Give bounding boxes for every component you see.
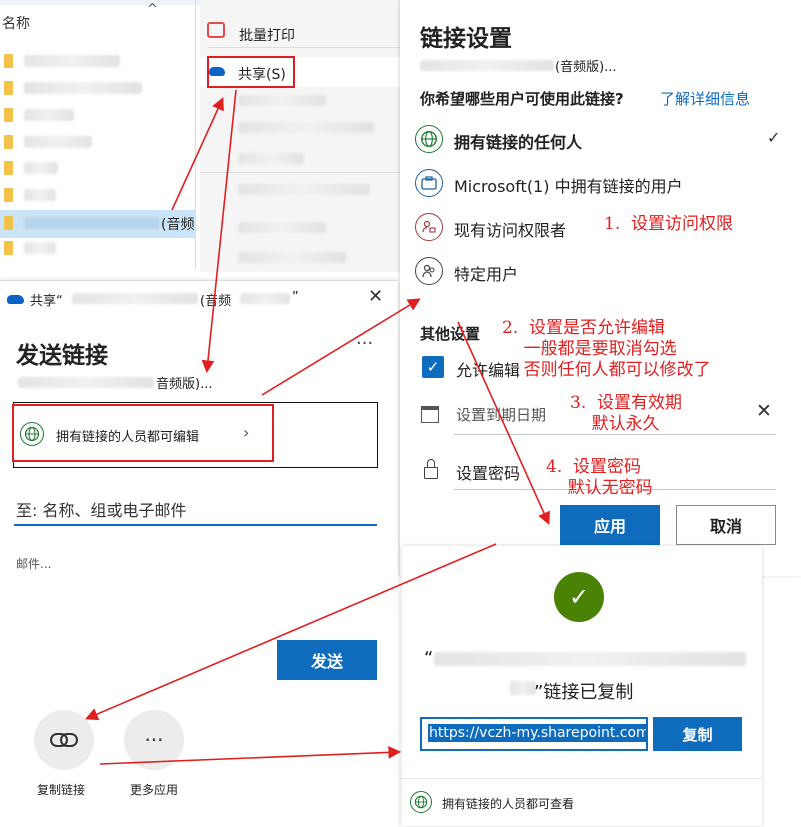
annotation-arrows: [85, 89, 550, 765]
